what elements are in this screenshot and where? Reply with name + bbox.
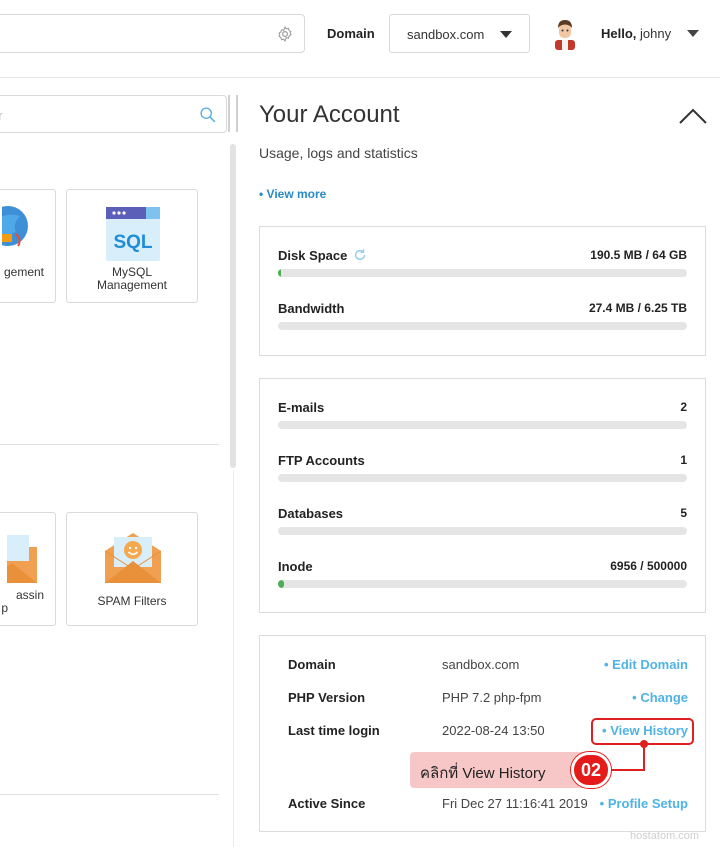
tile-label-line1: assin	[15, 588, 44, 602]
info-value: Fri Dec 27 11:16:41 2019	[442, 796, 588, 811]
progress-bar	[278, 322, 687, 330]
section-divider	[0, 444, 219, 445]
step-number-badge: 02	[571, 752, 611, 788]
tile-partial-spamassassin[interactable]: assin p	[0, 512, 56, 626]
info-row-php-version: PHP Version PHP 7.2 php-fpm • Change	[288, 690, 688, 708]
greeting-prefix: Hello,	[601, 26, 637, 41]
chevron-up-icon[interactable]	[679, 108, 707, 124]
stat-value: 2	[680, 400, 687, 414]
usage-card: Disk Space 190.5 MB / 64 GB Bandwidth 27…	[259, 226, 706, 356]
tile-label-line2: Management	[96, 278, 168, 292]
info-key: Last time login	[288, 723, 380, 738]
panel-divider	[233, 470, 234, 847]
stat-ftp-accounts: FTP Accounts 1	[278, 453, 687, 483]
progress-bar	[278, 269, 687, 277]
progress-bar	[278, 474, 687, 482]
callout-text: คลิกที่ View History	[420, 765, 546, 782]
view-more-link[interactable]: • View more	[259, 187, 326, 201]
tile-partial-management[interactable]: gement	[0, 189, 56, 303]
global-search-input[interactable]	[0, 14, 305, 53]
tile-label: SPAM Filters	[97, 594, 167, 608]
domain-select-value: sandbox.com	[407, 27, 485, 42]
stat-name: Bandwidth	[278, 301, 345, 316]
stat-name: E-mails	[278, 400, 325, 415]
user-avatar[interactable]	[551, 18, 579, 50]
stat-value: 27.4 MB / 6.25 TB	[588, 301, 687, 315]
account-title: Your Account	[259, 101, 400, 128]
info-key: PHP Version	[288, 690, 366, 705]
username: johny	[640, 26, 672, 41]
stat-bandwidth: Bandwidth 27.4 MB / 6.25 TB	[278, 301, 687, 331]
sql-icon-text: SQL	[113, 232, 152, 253]
profile-setup-link[interactable]: • Profile Setup	[600, 796, 688, 811]
stat-disk-space: Disk Space 190.5 MB / 64 GB	[278, 248, 687, 278]
progress-bar	[278, 527, 687, 535]
stat-name: FTP Accounts	[278, 453, 365, 468]
info-row-domain: Domain sandbox.com • Edit Domain	[288, 657, 688, 675]
info-key: Active Since	[288, 796, 366, 811]
panel-resize-handle[interactable]	[228, 95, 238, 132]
domain-select[interactable]: sandbox.com	[389, 14, 530, 53]
left-scrollbar[interactable]	[230, 144, 236, 468]
stat-value: 6956 / 500000	[610, 559, 687, 573]
user-greeting[interactable]: Hello, johny	[601, 26, 671, 41]
progress-bar	[278, 421, 687, 429]
database-sql-icon: SQL	[106, 207, 160, 261]
top-bar: Domain sandbox.com Hello, johny	[0, 0, 720, 78]
watermark: hostatom.com	[630, 830, 700, 842]
app-search-input[interactable]: er	[0, 95, 227, 133]
edit-domain-link[interactable]: • Edit Domain	[604, 657, 688, 672]
info-value: PHP 7.2 php-fpm	[442, 690, 542, 705]
account-subtitle: Usage, logs and statistics	[259, 145, 418, 161]
progress-fill	[278, 580, 284, 588]
smiley-envelope-icon	[105, 533, 161, 583]
progress-bar	[278, 580, 687, 588]
search-icon[interactable]	[199, 106, 216, 123]
tile-label: gement	[3, 265, 44, 279]
envelope-icon	[7, 535, 37, 583]
leader-line	[643, 745, 645, 771]
info-key: Domain	[288, 657, 336, 672]
stat-value: 1	[680, 453, 687, 467]
info-row-active-since: Active Since Fri Dec 27 11:16:41 2019 • …	[288, 796, 688, 814]
stat-databases: Databases 5	[278, 506, 687, 536]
app-search-placeholder: er	[0, 108, 3, 123]
stat-value: 190.5 MB / 64 GB	[590, 248, 687, 262]
refresh-icon[interactable]	[353, 248, 367, 262]
counts-card: E-mails 2 FTP Accounts 1 Databases 5 Ino…	[259, 378, 706, 613]
stat-emails: E-mails 2	[278, 400, 687, 430]
domain-label: Domain	[327, 26, 375, 41]
globe-icon	[2, 206, 28, 247]
change-php-link[interactable]: • Change	[632, 690, 688, 705]
caret-down-icon[interactable]	[687, 30, 699, 37]
tile-spam-filters[interactable]: SPAM Filters	[66, 512, 198, 626]
info-value: 2022-08-24 13:50	[442, 723, 545, 738]
stat-name: Inode	[278, 559, 313, 574]
progress-fill	[278, 269, 281, 277]
stat-inode: Inode 6956 / 500000	[278, 559, 687, 589]
info-value: sandbox.com	[442, 657, 520, 672]
stat-name: Disk Space	[278, 248, 367, 263]
tile-mysql-management[interactable]: SQL MySQL Management	[66, 189, 198, 303]
tile-label-line2: p	[1, 601, 8, 615]
gear-icon[interactable]	[276, 25, 294, 43]
section-divider	[0, 794, 219, 795]
caret-down-icon	[500, 31, 512, 38]
stat-value: 5	[680, 506, 687, 520]
instruction-callout: คลิกที่ View History	[410, 752, 586, 788]
stat-name: Databases	[278, 506, 344, 521]
leader-line	[611, 769, 645, 771]
